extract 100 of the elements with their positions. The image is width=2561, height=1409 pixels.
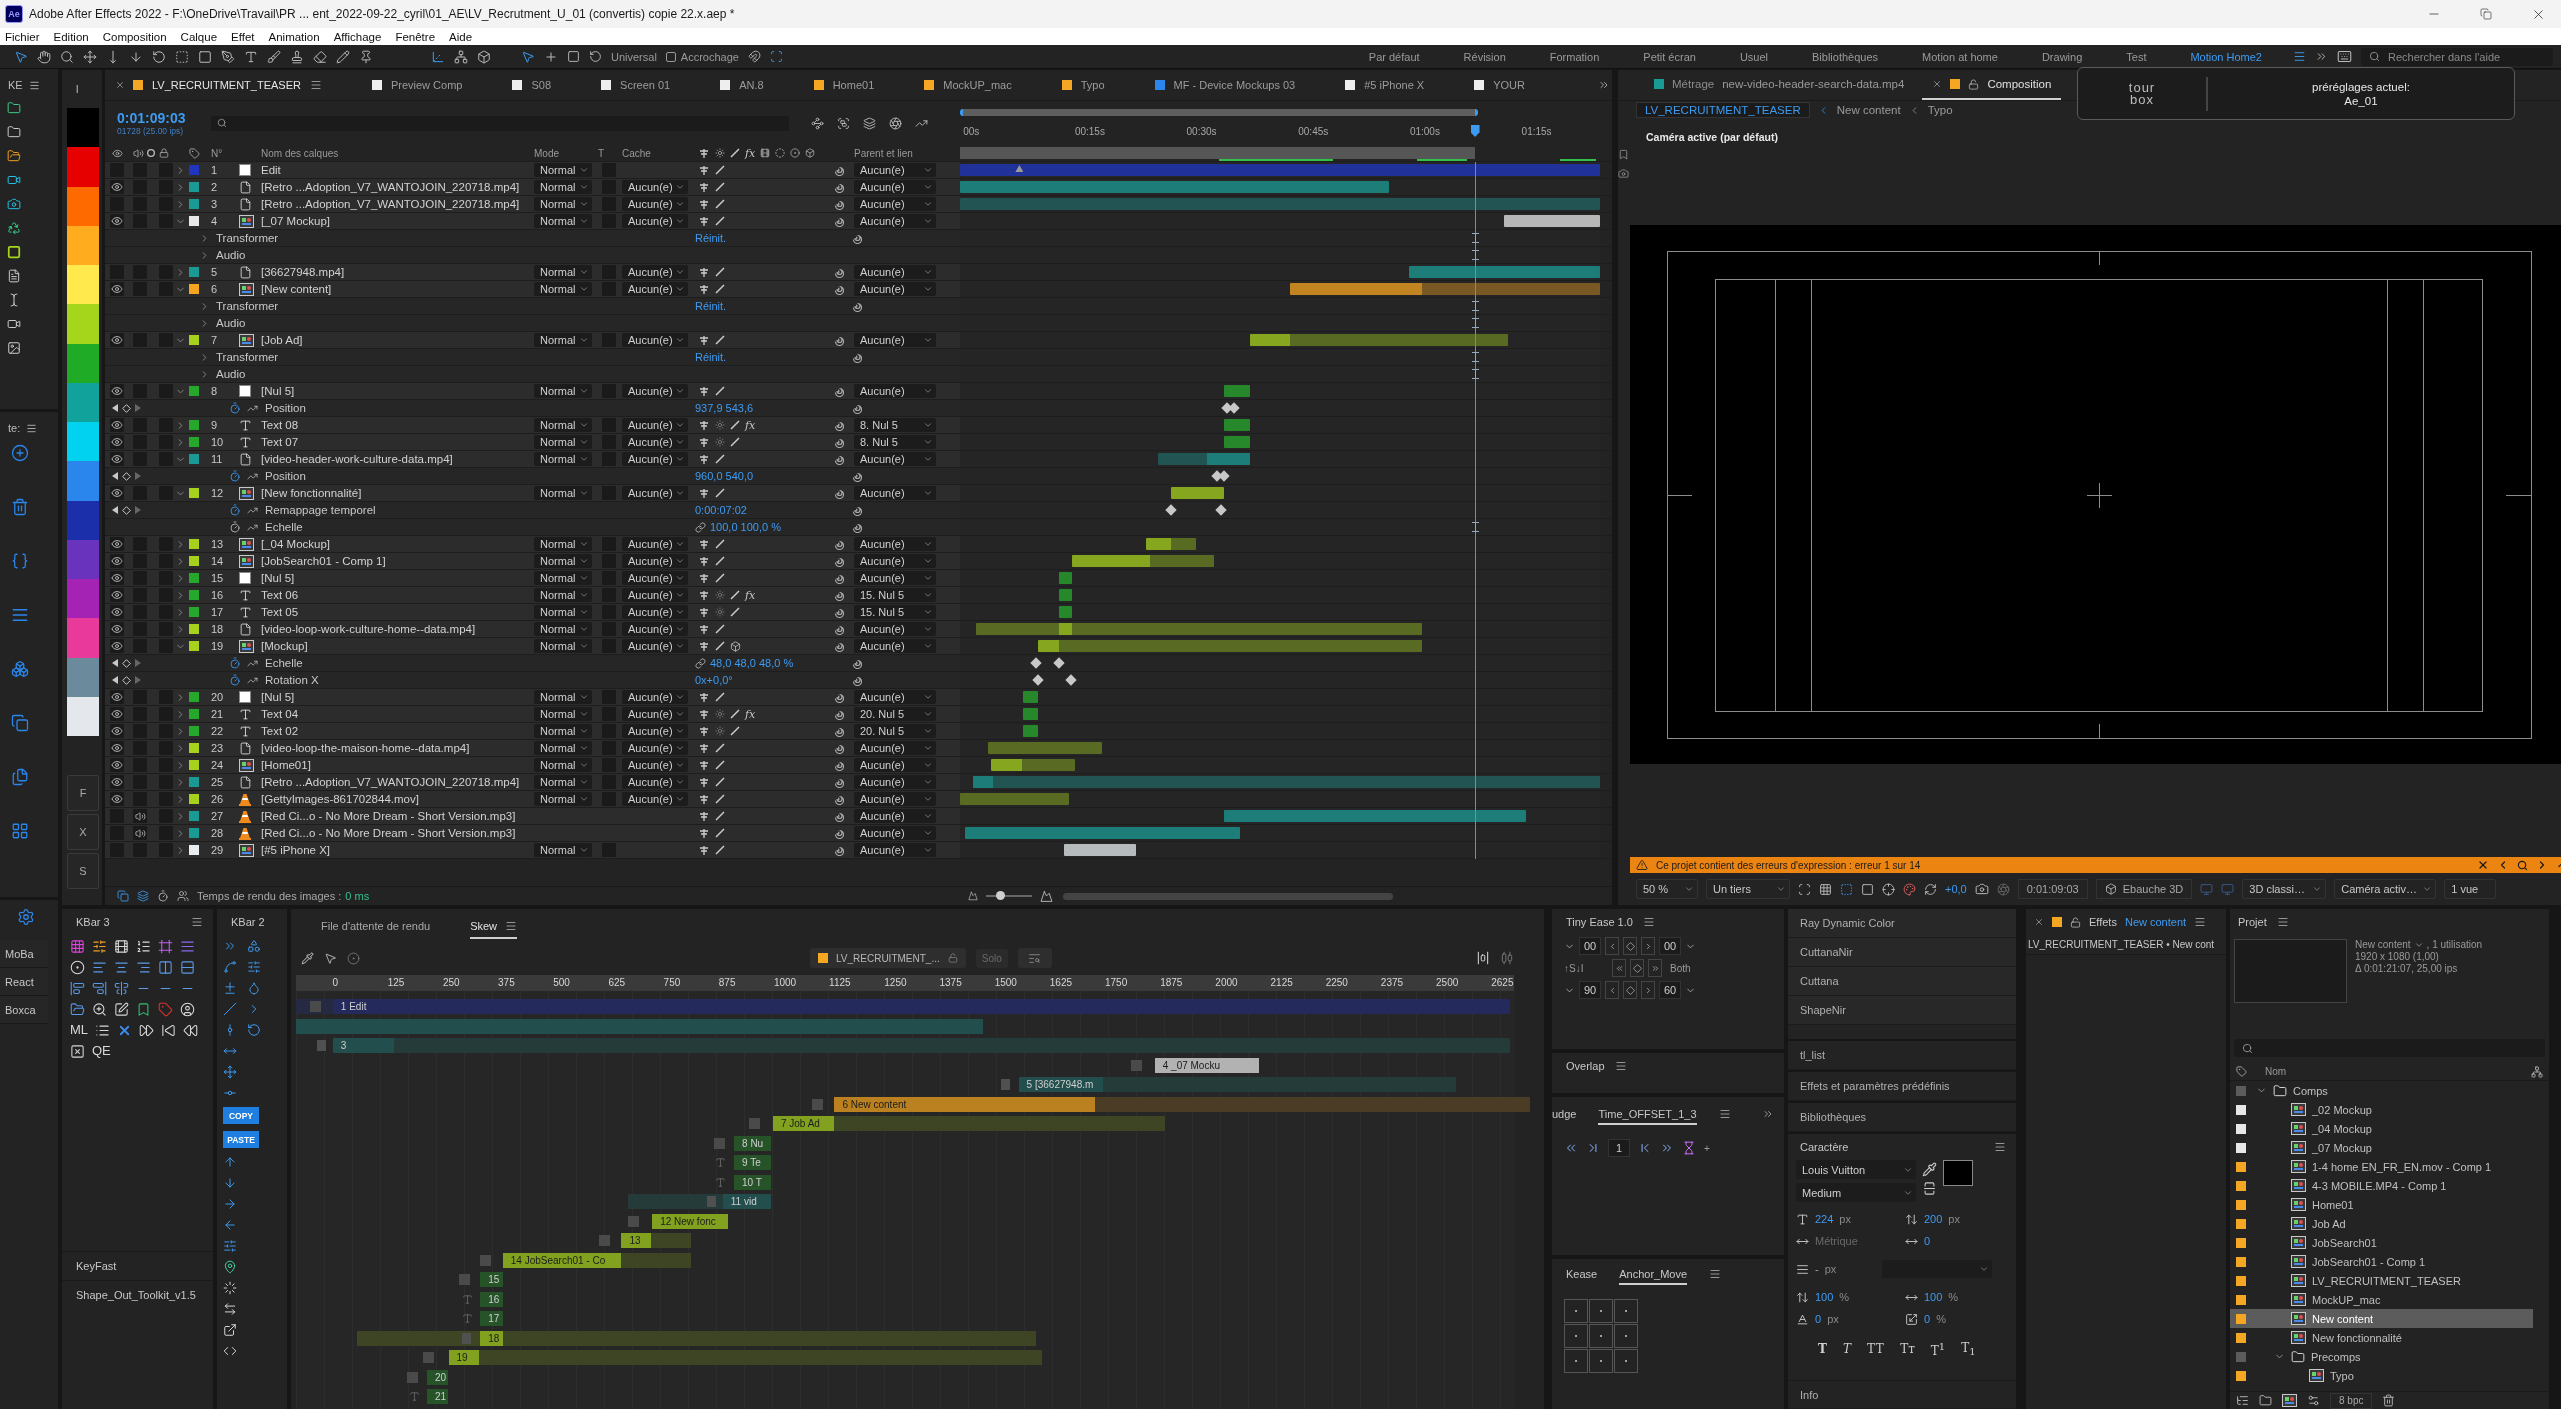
copy-icon[interactable]: [11, 714, 29, 732]
panel-header[interactable]: Bibliothèques: [1788, 1103, 2016, 1132]
property-value[interactable]: 937,9 543,6: [695, 402, 754, 414]
text-style-button[interactable]: T: [1842, 1342, 1851, 1356]
blend-mode-dropdown[interactable]: Normal: [534, 333, 592, 347]
list-icon[interactable]: [95, 1023, 111, 1038]
layer-name[interactable]: Text 02: [259, 725, 534, 737]
current-time-field[interactable]: 0:01:09:03: [2017, 879, 2088, 899]
next-keyframe-icon[interactable]: [135, 659, 141, 667]
visibility-toggle[interactable]: [110, 333, 124, 347]
cross-icon[interactable]: [698, 844, 710, 856]
help-search-field[interactable]: Rechercher dans l'aide: [2361, 47, 2553, 66]
label-color-swatch[interactable]: [189, 709, 199, 719]
camera-icon[interactable]: [7, 197, 21, 211]
cross-icon[interactable]: [698, 385, 710, 397]
keyframe-icon[interactable]: [1064, 674, 1077, 686]
color-swatch[interactable]: [67, 382, 99, 422]
layer-bar[interactable]: [1058, 606, 1073, 618]
parent-dropdown[interactable]: 8. Nul 5: [854, 435, 936, 449]
chevron-right-icon[interactable]: [175, 759, 186, 771]
matte-dropdown[interactable]: Aucun(e): [622, 571, 688, 585]
layer-name[interactable]: [_04 Mockup]: [259, 538, 534, 550]
visibility-toggle[interactable]: [110, 707, 124, 721]
rotate-icon[interactable]: [589, 50, 602, 63]
spiral-icon[interactable]: [850, 674, 862, 686]
label-color-swatch[interactable]: [189, 726, 199, 736]
square-icon[interactable]: [1861, 882, 1874, 896]
align-icon[interactable]: [114, 960, 129, 975]
visibility-toggle[interactable]: [110, 639, 124, 653]
visibility-toggle[interactable]: [110, 605, 124, 619]
visibility-toggle[interactable]: [110, 741, 124, 755]
project-item[interactable]: New content: [2230, 1309, 2533, 1328]
layer-bar[interactable]: [1223, 436, 1251, 448]
label-color-swatch[interactable]: [189, 386, 199, 396]
layer-name[interactable]: [New fonctionnalité]: [259, 487, 534, 499]
cross-icon[interactable]: [698, 453, 710, 465]
ease-in-field[interactable]: 00: [1579, 937, 1601, 955]
menu-item[interactable]: Effet: [231, 30, 255, 43]
blend-mode-dropdown[interactable]: Normal: [534, 452, 592, 466]
spiral-icon[interactable]: [832, 198, 844, 210]
color-swatch[interactable]: [67, 579, 99, 619]
layer-name[interactable]: [video-loop-the-maison-home--data.mp4]: [259, 742, 534, 754]
blend-mode-dropdown[interactable]: Normal: [534, 282, 592, 296]
color-swatch[interactable]: [67, 500, 99, 540]
label-color-swatch[interactable]: [189, 454, 199, 464]
previous-keyframe-icon[interactable]: [112, 506, 118, 514]
stopwatch-icon[interactable]: [229, 470, 241, 482]
visibility-toggle[interactable]: [110, 571, 124, 585]
label-color-swatch[interactable]: [189, 165, 199, 175]
label-color-swatch[interactable]: [189, 641, 199, 651]
script-button[interactable]: QE: [92, 1044, 111, 1059]
zoom-slider-thumb[interactable]: [995, 891, 1005, 900]
parent-dropdown[interactable]: 15. Nul 5: [854, 588, 936, 602]
layer-bar[interactable]: [1063, 844, 1137, 856]
sun-icon[interactable]: [715, 726, 725, 736]
baseline-shift-field[interactable]: 0: [1815, 1313, 1822, 1325]
keyframe-icon[interactable]: [1218, 470, 1230, 482]
previous-keyframe-icon[interactable]: [112, 659, 118, 667]
composition-breadcrumb[interactable]: New content: [1836, 104, 1901, 116]
pointer-icon[interactable]: [324, 951, 337, 965]
type-icon[interactable]: [244, 49, 258, 64]
lines-icon[interactable]: [11, 606, 29, 624]
chevron-right-icon[interactable]: [199, 249, 210, 261]
ease-mid-button[interactable]: [1623, 937, 1637, 955]
visibility-toggle[interactable]: [110, 554, 124, 568]
script-button[interactable]: S: [67, 853, 99, 889]
triangle-marker-icon[interactable]: [1015, 165, 1024, 172]
files-icon[interactable]: [11, 768, 29, 786]
next-keyframe-icon[interactable]: [135, 404, 141, 412]
property-value[interactable]: 960,0 540,0: [695, 470, 754, 482]
exposure-value[interactable]: +0,0: [1945, 883, 1967, 895]
composition-breadcrumb[interactable]: LV_RECRUITMENT_TEASER: [1636, 102, 1810, 118]
zoom-icon[interactable]: [92, 1002, 107, 1017]
split-square-icon[interactable]: [1922, 1181, 1937, 1196]
matte-dropdown[interactable]: Aucun(e): [622, 758, 688, 772]
visibility-toggle[interactable]: [110, 622, 124, 636]
cross-icon[interactable]: [698, 538, 710, 550]
blend-mode-dropdown[interactable]: Normal: [534, 588, 592, 602]
script-button[interactable]: KeyFast: [62, 1251, 213, 1280]
zoom-tool-icon[interactable]: [60, 49, 74, 64]
layer-name[interactable]: Text 05: [259, 606, 534, 618]
layer-name[interactable]: Text 06: [259, 589, 534, 601]
add-keyframe-icon[interactable]: [122, 471, 131, 481]
spiral-icon[interactable]: [832, 419, 844, 431]
text-style-button[interactable]: TT: [1866, 1342, 1885, 1356]
stopwatch-icon[interactable]: [229, 674, 241, 686]
parent-dropdown[interactable]: Aucun(e): [854, 741, 936, 755]
font-style-dropdown[interactable]: Medium: [1796, 1183, 1916, 1202]
label-color-swatch[interactable]: [189, 828, 199, 838]
align-icon[interactable]: [92, 981, 107, 996]
menu-icon[interactable]: [1709, 1268, 1722, 1280]
keyframe-icon[interactable]: [1228, 402, 1240, 414]
pin-icon[interactable]: [359, 49, 373, 64]
font-size-field[interactable]: 224: [1815, 1213, 1834, 1225]
link-icon[interactable]: [695, 521, 706, 533]
parent-dropdown[interactable]: Aucun(e): [854, 537, 936, 551]
document-icon[interactable]: [7, 269, 21, 283]
grid-icon[interactable]: [1819, 882, 1832, 896]
timeline-tab[interactable]: Home01: [813, 70, 925, 100]
chevrons-left-icon[interactable]: [1564, 1141, 1578, 1155]
